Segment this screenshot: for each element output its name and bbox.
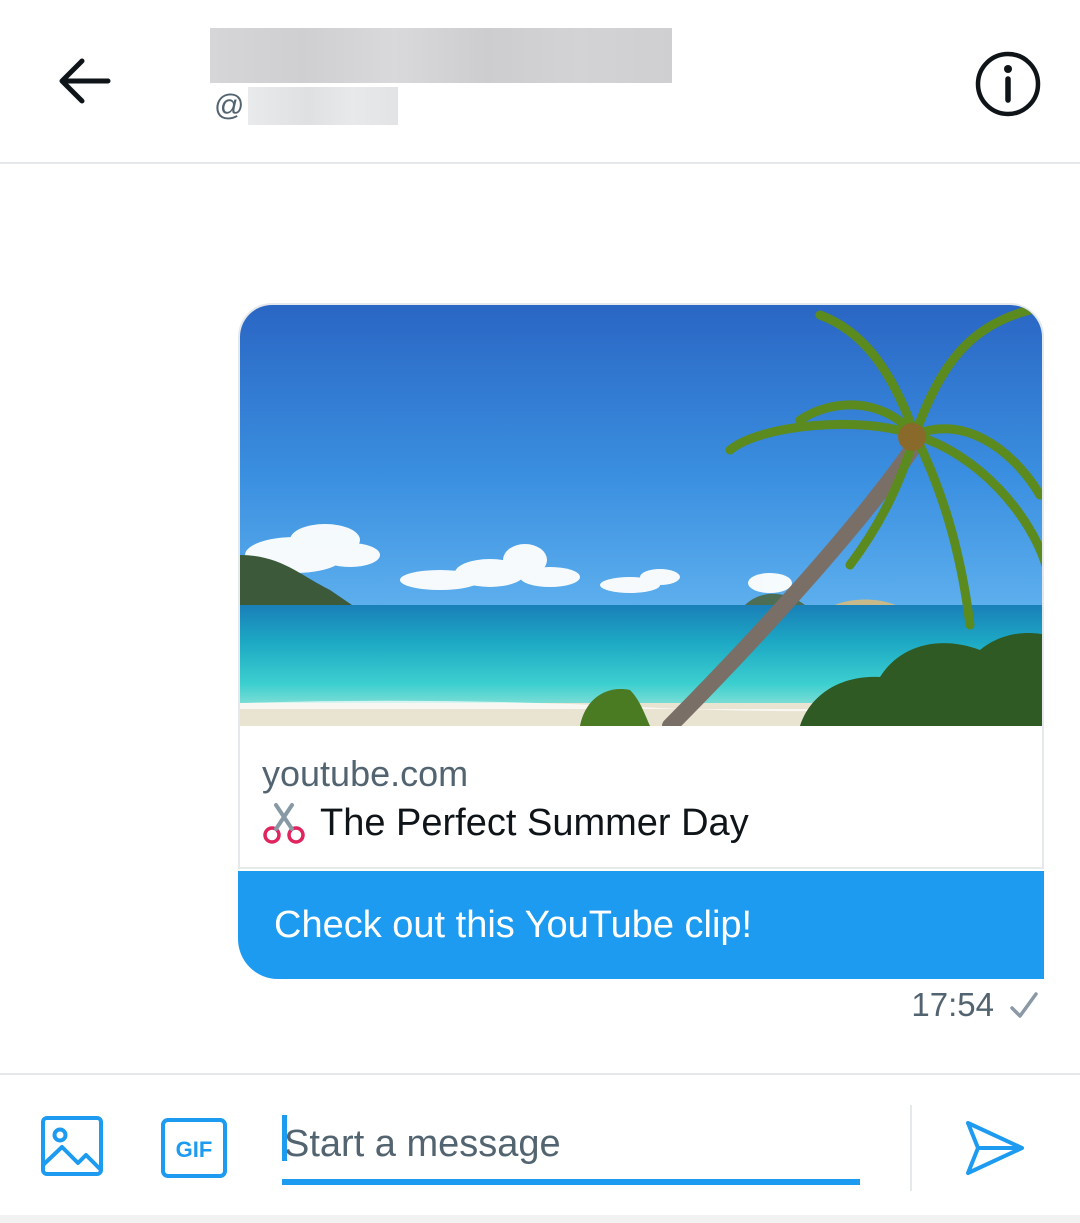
image-icon xyxy=(41,1116,103,1176)
contact-name-redacted xyxy=(210,28,672,83)
handle-redacted xyxy=(248,87,399,125)
send-icon xyxy=(966,1121,1024,1175)
link-title: The Perfect Summer Day xyxy=(262,801,749,845)
message-timestamp: 17:54 xyxy=(911,986,994,1023)
conversation-info-button[interactable] xyxy=(968,44,1048,124)
composer-divider xyxy=(910,1105,912,1191)
arrow-left-icon xyxy=(59,58,111,104)
handle-at-sign: @ xyxy=(214,89,245,122)
gif-icon: GIF xyxy=(161,1118,227,1178)
back-button[interactable] xyxy=(40,40,128,122)
conversation-header: @ xyxy=(0,0,1080,164)
message-text: Check out this YouTube clip! xyxy=(274,903,753,946)
check-icon xyxy=(1010,992,1038,1018)
bottom-edge xyxy=(0,1215,1080,1223)
link-preview-card[interactable]: youtube.com The Perfect Summer Day xyxy=(238,303,1044,869)
send-button[interactable] xyxy=(958,1113,1032,1183)
link-title-text: The Perfect Summer Day xyxy=(320,801,749,844)
message-input[interactable] xyxy=(282,1109,860,1185)
info-circle-icon xyxy=(975,51,1041,117)
text-caret xyxy=(282,1115,287,1161)
contact-handle: @ xyxy=(214,86,399,126)
message-composer: GIF xyxy=(0,1073,1080,1223)
link-domain: youtube.com xyxy=(262,753,469,794)
scissors-icon xyxy=(263,803,305,844)
link-preview-thumbnail xyxy=(240,305,1042,726)
add-gif-button[interactable]: GIF xyxy=(160,1117,230,1181)
message-meta: 17:54 xyxy=(911,986,1040,1024)
sent-message-bubble[interactable]: Check out this YouTube clip! xyxy=(238,871,1044,979)
gif-label: GIF xyxy=(176,1137,213,1162)
add-media-button[interactable] xyxy=(40,1115,110,1179)
